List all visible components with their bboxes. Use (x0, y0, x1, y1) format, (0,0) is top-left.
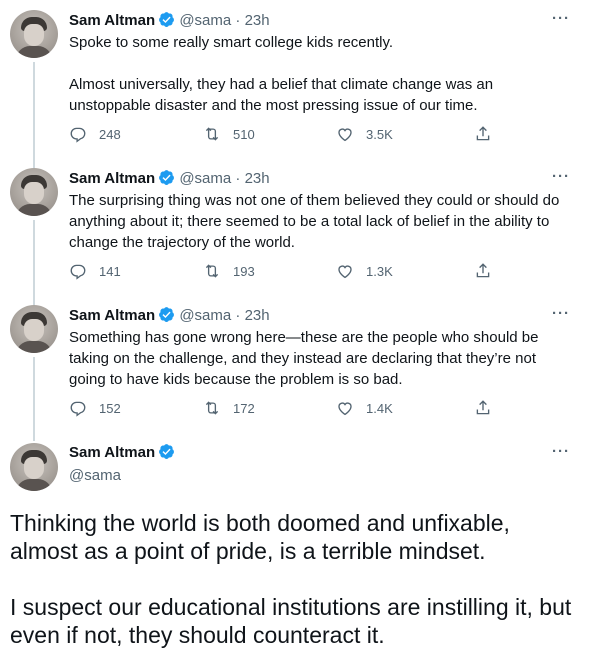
retweet-button[interactable]: 193 (203, 262, 255, 280)
retweet-icon (205, 127, 219, 141)
reply-count: 141 (99, 263, 121, 279)
like-count: 1.4K (366, 400, 393, 416)
tweet-2[interactable]: Sam Altman @sama · 23h ··· The surprisin… (0, 168, 589, 306)
retweet-count: 510 (233, 126, 255, 142)
verified-badge-icon (158, 443, 175, 466)
more-options-icon[interactable]: ··· (552, 443, 570, 460)
retweet-button[interactable]: 172 (203, 399, 255, 417)
tweet-text: Spoke to some really smart college kids … (69, 34, 494, 114)
like-button[interactable]: 1.4K (336, 399, 393, 417)
separator-dot: · (235, 12, 241, 29)
tweet-text: Something has gone wrong here—these are … (69, 329, 543, 388)
heart-icon (338, 265, 352, 279)
tweet-actions: 248 510 3.5K (69, 125, 509, 145)
retweet-button[interactable]: 510 (203, 125, 255, 143)
reply-icon (70, 264, 86, 280)
author-name[interactable]: Sam Altman (69, 444, 155, 461)
verified-badge-icon (158, 306, 175, 329)
reply-count: 152 (99, 400, 121, 416)
more-options-icon[interactable]: ··· (552, 10, 570, 27)
author-handle[interactable]: @sama (179, 12, 231, 29)
tweet-actions: 141 193 1.3K (69, 262, 509, 282)
tweet-header: Sam Altman @sama · 23h (69, 306, 270, 329)
more-options-icon[interactable]: ··· (552, 305, 570, 322)
share-button[interactable] (474, 262, 504, 280)
focus-tweet[interactable]: Sam Altman @sama ··· Thinking the world … (0, 443, 589, 658)
author-handle[interactable]: @sama (179, 307, 231, 324)
author-block: Sam Altman @sama (69, 443, 175, 486)
reply-button[interactable]: 248 (69, 125, 121, 143)
reply-count: 248 (99, 126, 121, 142)
reply-icon (70, 127, 86, 143)
retweet-count: 172 (233, 400, 255, 416)
author-name[interactable]: Sam Altman (69, 170, 155, 187)
share-icon (476, 263, 490, 278)
timestamp[interactable]: 23h (245, 307, 270, 324)
verified-badge-icon (158, 169, 175, 192)
share-button[interactable] (474, 125, 504, 143)
reply-button[interactable]: 141 (69, 262, 121, 280)
thread-line (33, 62, 35, 168)
tweet-header: Sam Altman @sama · 23h (69, 169, 270, 192)
retweet-icon (205, 401, 219, 415)
tweet-text: The surprising thing was not one of them… (69, 192, 564, 251)
author-handle[interactable]: @sama (69, 466, 175, 486)
author-name[interactable]: Sam Altman (69, 12, 155, 29)
avatar[interactable] (10, 443, 58, 491)
author-name[interactable]: Sam Altman (69, 307, 155, 324)
tweet-1[interactable]: Sam Altman @sama · 23h ··· Spoke to some… (0, 10, 589, 168)
like-count: 1.3K (366, 263, 393, 279)
avatar[interactable] (10, 10, 58, 58)
avatar[interactable] (10, 168, 58, 216)
timestamp[interactable]: 23h (245, 12, 270, 29)
verified-badge-icon (158, 11, 175, 34)
reply-icon (70, 401, 86, 417)
like-button[interactable]: 1.3K (336, 262, 393, 280)
more-options-icon[interactable]: ··· (552, 168, 570, 185)
like-button[interactable]: 3.5K (336, 125, 393, 143)
focus-tweet-text: Thinking the world is both doomed and un… (10, 510, 572, 648)
thread-line (33, 357, 35, 441)
retweet-icon (205, 264, 219, 278)
tweet-actions: 152 172 1.4K (69, 399, 509, 419)
tweet-header: Sam Altman @sama · 23h (69, 11, 270, 34)
timestamp[interactable]: 23h (245, 170, 270, 187)
author-handle[interactable]: @sama (179, 170, 231, 187)
share-icon (476, 126, 490, 141)
avatar[interactable] (10, 305, 58, 353)
share-button[interactable] (474, 399, 504, 417)
thread-line (33, 220, 35, 306)
reply-button[interactable]: 152 (69, 399, 121, 417)
tweet-3[interactable]: Sam Altman @sama · 23h ··· Something has… (0, 305, 589, 441)
like-count: 3.5K (366, 126, 393, 142)
separator-dot: · (235, 307, 241, 324)
share-icon (476, 400, 490, 415)
separator-dot: · (235, 170, 241, 187)
retweet-count: 193 (233, 263, 255, 279)
heart-icon (338, 128, 352, 142)
heart-icon (338, 402, 352, 416)
